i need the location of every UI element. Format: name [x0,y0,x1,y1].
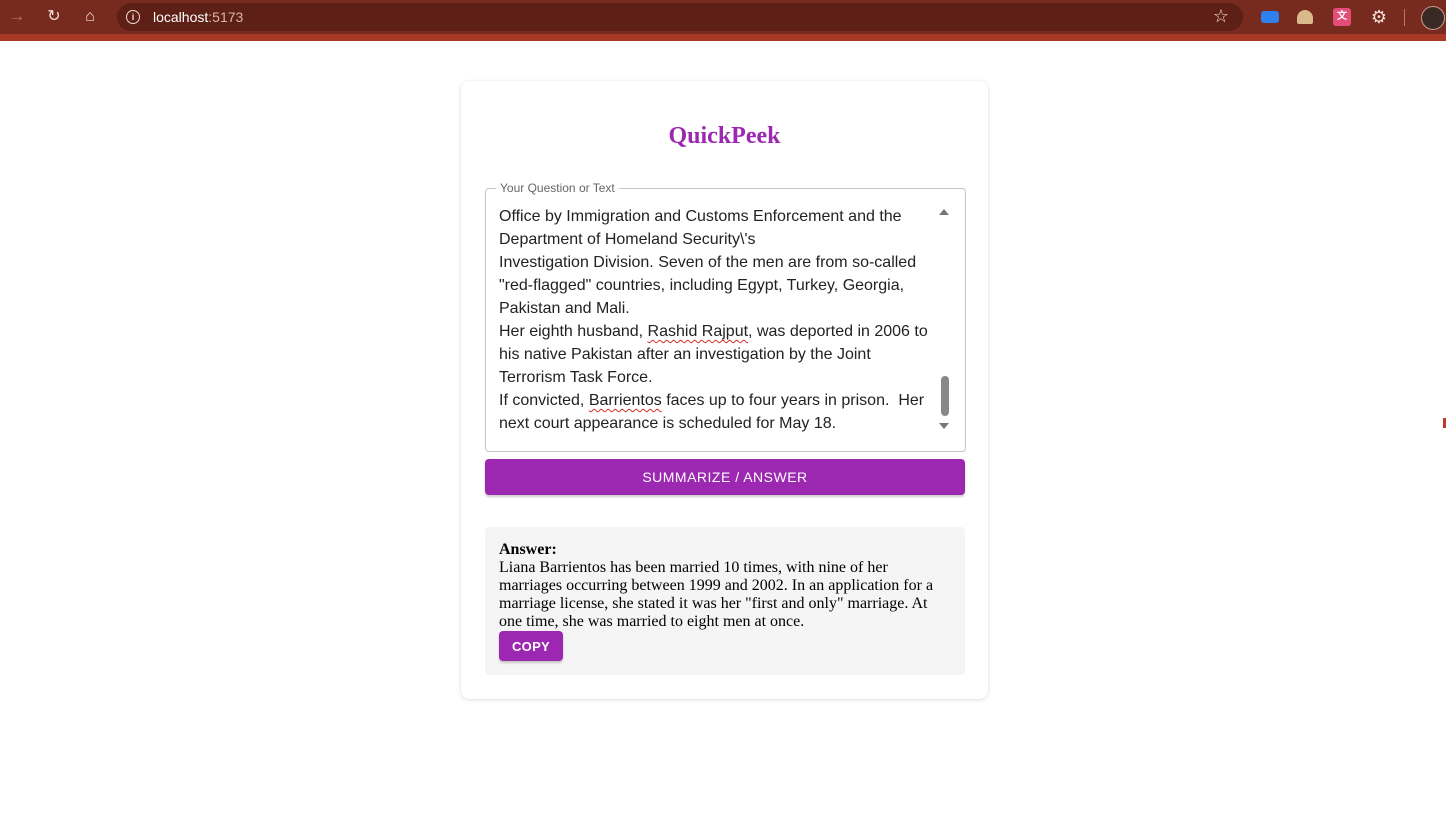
misspelled-word[interactable]: Barrientos [589,392,662,409]
url-text[interactable]: localhost:5173 [153,9,243,25]
answer-label: Answer: [499,541,557,558]
text-line: "red-flagged" countries, including Egypt… [499,277,905,294]
question-text[interactable]: Office by Immigration and Customs Enforc… [499,205,939,435]
answer-panel: Answer: Liana Barrientos has been marrie… [485,527,965,675]
url-port: :5173 [208,9,244,25]
text-line: his native Pakistan after an investigati… [499,346,871,363]
text-line: next court appearance is scheduled for M… [499,415,837,432]
profile-avatar[interactable] [1421,6,1445,30]
extension-icon[interactable] [1297,10,1313,24]
extension-icon[interactable] [1261,11,1279,23]
puzzle-icon[interactable]: ⚙ [1369,7,1389,27]
text-line: Department of Homeland Security\'s [499,231,756,248]
copy-button[interactable]: COPY [499,631,563,661]
toolbar-divider [1404,9,1405,26]
question-textarea[interactable]: Your Question or Text Office by Immigrat… [485,181,966,452]
forward-icon[interactable]: → [7,7,27,27]
browser-toolbar: → ↻ ⌂ i localhost:5173 ☆ 文 ⚙ [0,0,1446,41]
text-line: faces up to four years in prison. Her [661,392,925,409]
question-field-label: Your Question or Text [496,181,619,195]
scrollbar-thumb[interactable] [941,376,949,416]
answer-text: Liana Barrientos has been married 10 tim… [499,559,934,630]
text-line: Pakistan and Mali. [499,300,630,317]
app-title: QuickPeek [668,123,781,149]
misspelled-word[interactable]: Rashid Rajput [648,323,749,340]
reload-icon[interactable]: ↻ [44,7,64,27]
home-icon[interactable]: ⌂ [80,7,100,27]
scroll-down-arrow-icon[interactable] [939,423,949,429]
text-line: Terrorism Task Force. [499,369,653,386]
summarize-answer-button[interactable]: SUMMARIZE / ANSWER [485,459,965,495]
text-line: Office by Immigration and Customs Enforc… [499,208,902,225]
toolbar-accent-line [0,34,1446,41]
text-line: Her eighth husband, [499,323,648,340]
info-icon[interactable]: i [126,10,140,24]
star-icon[interactable]: ☆ [1213,6,1229,27]
translate-extension-icon[interactable]: 文 [1333,8,1351,26]
address-bar[interactable]: i localhost:5173 ☆ [117,3,1243,31]
text-line: If convicted, [499,392,589,409]
scroll-up-arrow-icon[interactable] [939,209,949,215]
text-line: , was deported in 2006 to [748,323,928,340]
app-card: QuickPeek Your Question or Text Office b… [461,81,988,699]
url-host: localhost [153,9,209,25]
text-line: Investigation Division. Seven of the men… [499,254,917,271]
